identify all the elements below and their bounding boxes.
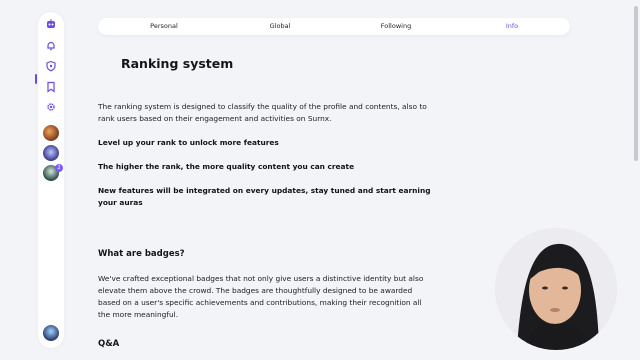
avatar[interactable] [43,125,59,141]
robot-logo-icon[interactable] [45,18,57,30]
notification-badge: 2 [55,164,63,172]
avatar[interactable] [43,145,59,161]
webcam-overlay [495,228,617,350]
sidebar-rail: 2 [35,12,64,348]
feature-point: New features will be integrated on every… [98,186,431,207]
page-title: Ranking system [121,56,234,71]
feature-point: Level up your rank to unlock more featur… [98,138,279,147]
shield-icon[interactable] [45,60,57,72]
tab-global[interactable]: Global [234,18,326,35]
section-heading: What are badges? [98,249,185,259]
scrollbar-thumb[interactable] [634,6,638,161]
badges-text: We've crafted exceptional badges that no… [98,274,424,319]
gear-icon[interactable] [45,101,57,113]
feature-point: The higher the rank, the more quality co… [98,162,355,171]
tab-following[interactable]: Following [350,18,442,35]
tab-bar: Personal Global Following Info [98,18,570,35]
user-avatar[interactable] [43,325,59,341]
section-heading: Q&A [98,339,120,349]
bookmark-icon[interactable] [45,81,57,93]
bell-icon[interactable] [45,40,57,52]
tab-personal[interactable]: Personal [118,18,210,35]
intro-text: The ranking system is designed to classi… [98,102,427,123]
active-indicator [35,74,37,84]
tab-info[interactable]: Info [466,18,558,35]
